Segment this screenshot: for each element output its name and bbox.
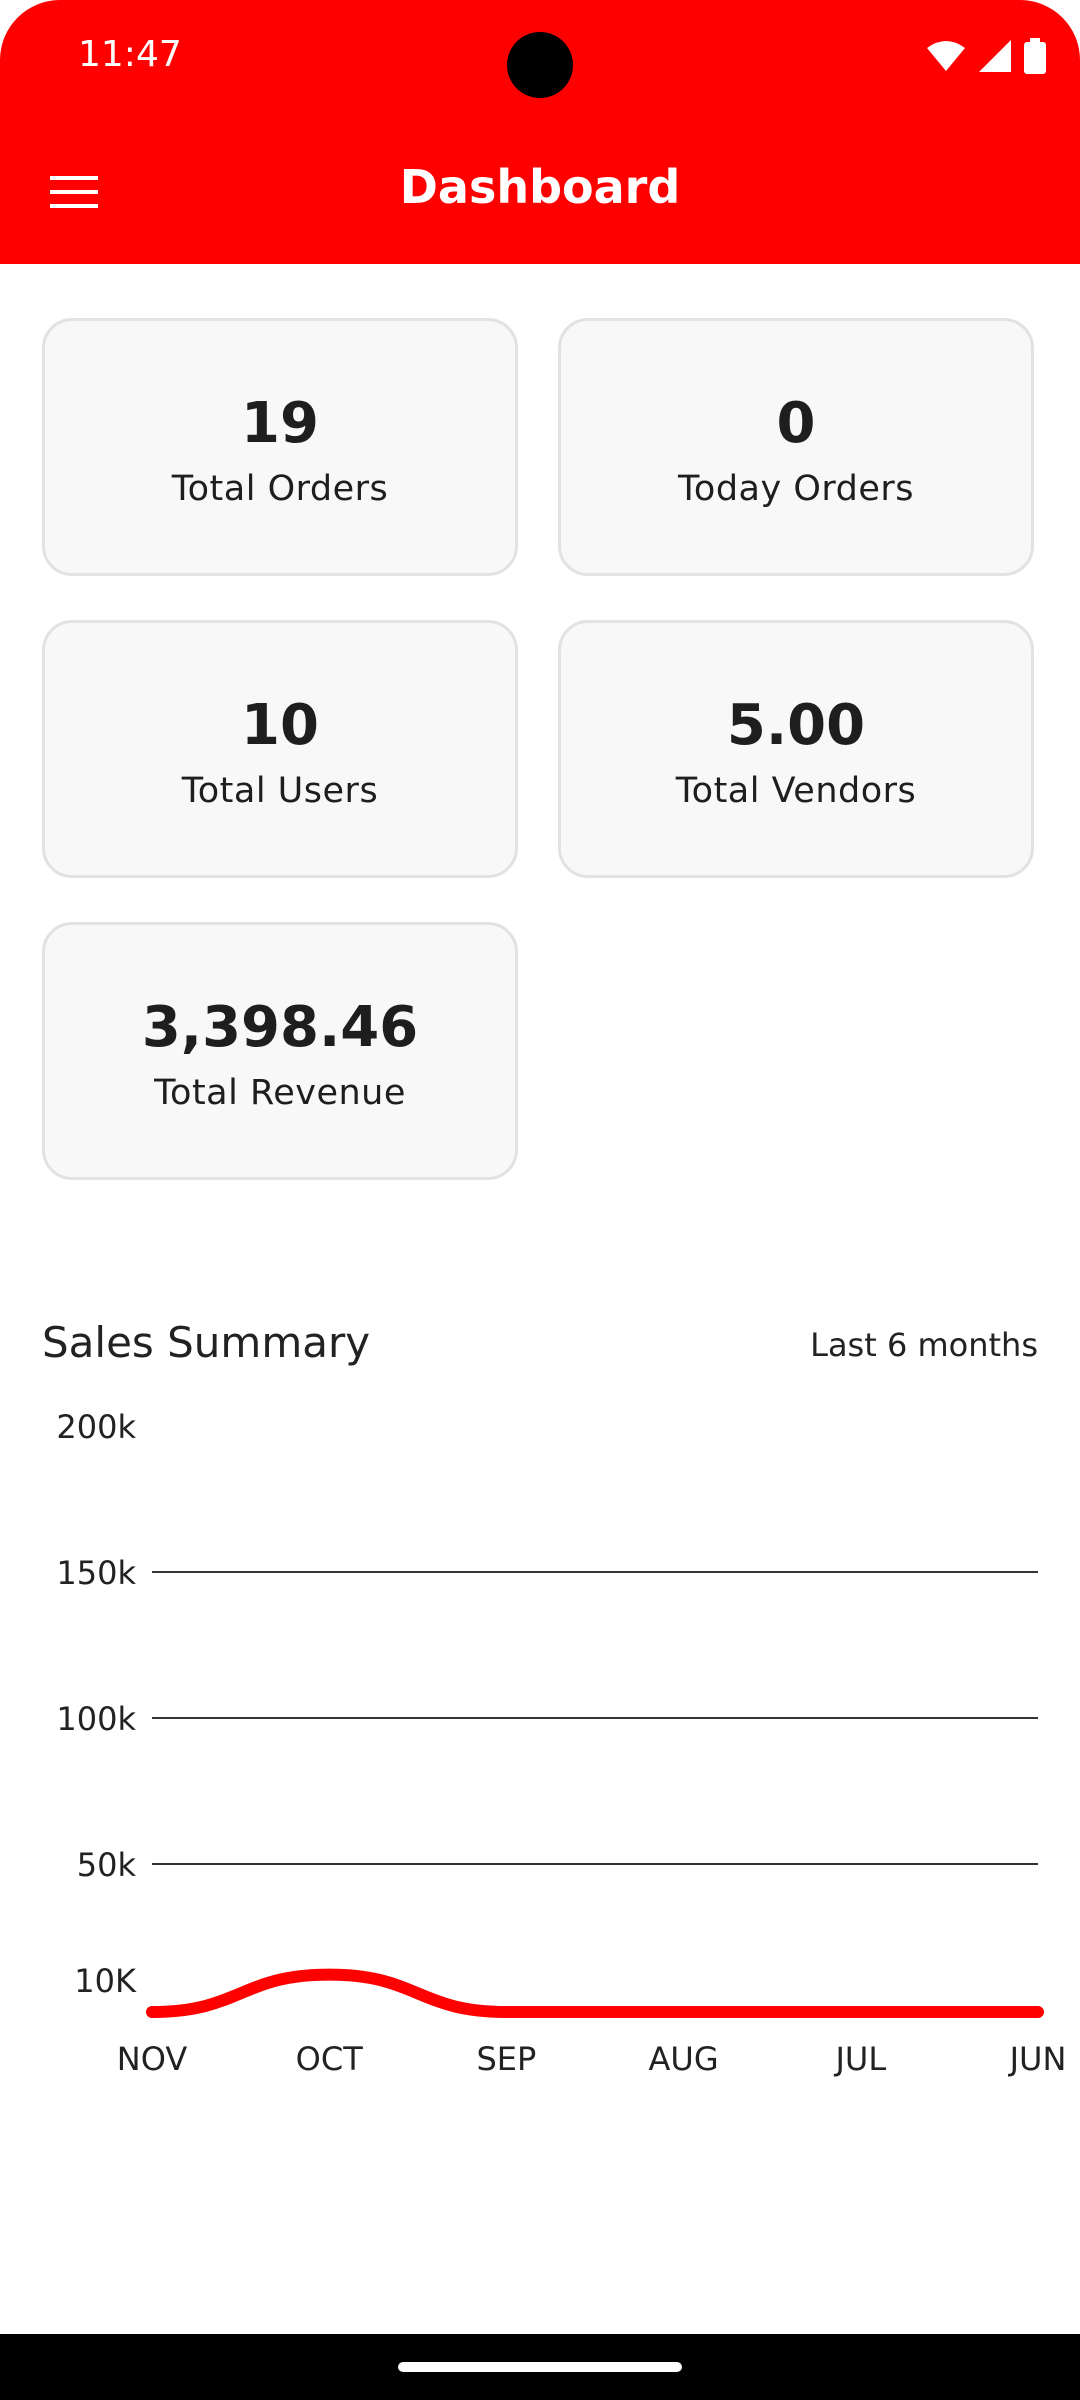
sales-series-line (146, 1968, 1044, 2018)
signal-icon (979, 40, 1011, 72)
y-tick-label: 150k (56, 1554, 136, 1592)
stat-value: 3,398.46 (141, 995, 419, 1060)
home-gesture-handle[interactable] (398, 2362, 682, 2372)
status-time: 11:47 (78, 34, 182, 75)
sales-line-chart: 200k 150k 100k 50k 10K NOV OCT SEP AUG JUL JUN (56, 1408, 1067, 2078)
stat-label: Today Orders (677, 469, 915, 509)
stat-label: Total Vendors (675, 771, 917, 811)
stat-label: Total Orders (171, 469, 389, 509)
stat-label: Total Users (181, 771, 379, 811)
x-tick-label: OCT (296, 2040, 364, 2078)
stat-card-total-vendors[interactable]: 5.00 Total Vendors (558, 620, 1034, 878)
sales-summary-title: Sales Summary (42, 1318, 371, 1367)
y-tick-label: 10K (74, 1962, 137, 2000)
stat-value: 0 (776, 391, 816, 456)
camera-cutout (507, 32, 573, 98)
stat-value: 10 (241, 693, 319, 758)
x-tick-label: NOV (117, 2040, 188, 2078)
battery-icon (1024, 38, 1046, 74)
stat-card-total-orders[interactable]: 19 Total Orders (42, 318, 518, 576)
status-icons (926, 38, 1046, 74)
y-tick-label: 200k (56, 1408, 136, 1446)
stat-label: Total Revenue (154, 1073, 406, 1113)
x-tick-label: JUN (1008, 2040, 1067, 2078)
stat-value: 5.00 (726, 693, 866, 758)
stat-card-total-users[interactable]: 10 Total Users (42, 620, 518, 878)
x-tick-label: SEP (476, 2040, 536, 2078)
y-tick-label: 100k (56, 1700, 136, 1738)
stat-value: 19 (241, 391, 319, 456)
x-tick-label: JUL (833, 2040, 886, 2078)
y-tick-label: 50k (77, 1846, 137, 1884)
page-title: Dashboard (399, 160, 681, 214)
x-tick-label: AUG (649, 2040, 719, 2078)
stat-card-total-revenue[interactable]: 3,398.46 Total Revenue (42, 922, 518, 1180)
stat-card-today-orders[interactable]: 0 Today Orders (558, 318, 1034, 576)
sales-range-label[interactable]: Last 6 months (810, 1326, 1038, 1364)
wifi-icon (927, 41, 965, 71)
app-bar: 11:47 Dashboard (0, 0, 1080, 264)
